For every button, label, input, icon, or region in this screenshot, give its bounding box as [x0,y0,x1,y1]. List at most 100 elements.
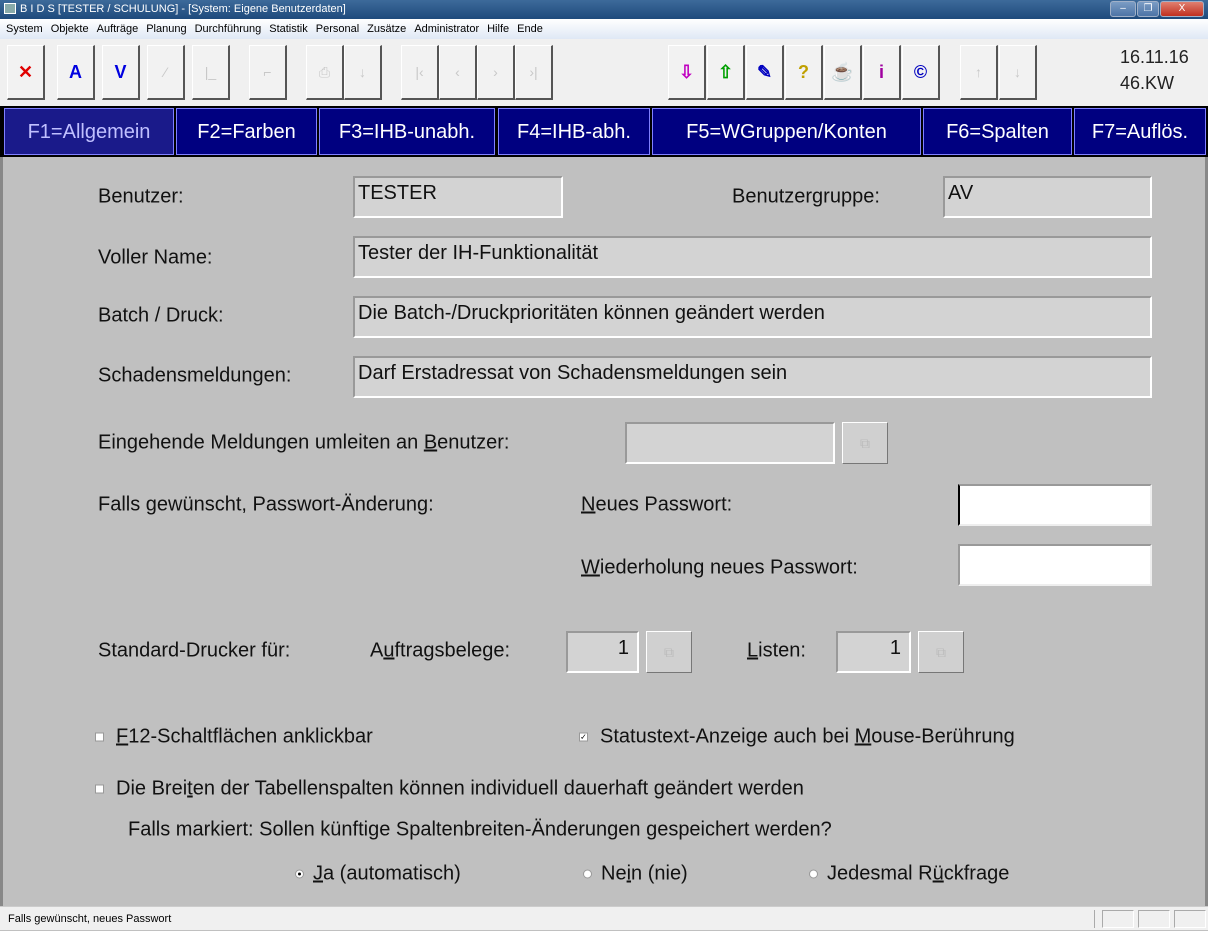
lists-printer-field: 1 [836,631,911,673]
ask-each-time-label: Jedesmal Rückfrage [827,863,1009,886]
tab-f5[interactable]: F5=WGruppen/Konten [652,108,921,155]
menu-statistik[interactable]: Statistik [269,19,308,39]
pen-button[interactable]: ✎ [746,45,784,100]
v-icon: V [114,62,127,82]
lists-printer-lookup-button[interactable]: ⧉ [918,631,964,673]
damage-field: Darf Erstadressat von Schadensmeldungen … [353,356,1152,398]
import-button[interactable]: ⇩ [668,45,706,100]
close-button[interactable]: ✕ [7,45,45,100]
label-text: Die Brei [116,777,188,800]
restore-button[interactable]: ❐ [1137,1,1159,17]
accept-button[interactable]: A [57,45,95,100]
copyright-button[interactable]: © [902,45,940,100]
menu-system[interactable]: System [6,19,43,39]
batch-label: Batch / Druck: [98,304,224,327]
menu-durchführung[interactable]: Durchführung [195,19,262,39]
list-button[interactable]: |_ [192,45,230,100]
download-icon: ↓ [359,64,366,80]
down-button[interactable]: ↓ [999,45,1037,100]
v-button[interactable]: V [102,45,140,100]
menu-planung[interactable]: Planung [146,19,186,39]
close-window-button[interactable]: X [1160,1,1204,17]
user-field: TESTER [353,176,563,218]
accelerator-key: B [423,431,438,454]
menu-personal[interactable]: Personal [316,19,359,39]
print-button[interactable]: ⎙ [306,45,344,100]
edit-icon: ⁄ [164,64,167,80]
coffee-button[interactable]: ☕ [824,45,862,100]
f12-buttons-checkbox[interactable] [95,732,104,742]
menu-zusätze[interactable]: Zusätze [367,19,406,39]
accelerator-key: F [116,725,129,748]
minimize-button[interactable]: – [1110,1,1136,17]
repeat-password-label: Wiederholung neues Passwort: [581,557,858,580]
help-icon: ? [798,62,809,82]
group-label: Benutzergruppe: [732,185,880,208]
prev-button[interactable]: ‹ [439,45,477,100]
never-save-label: Nein (nie) [601,863,688,886]
label-text: Eingehende Meldungen umleiten an [98,431,424,454]
never-save-radio[interactable] [583,869,592,879]
status-panel [1102,910,1134,928]
status-panel [1174,910,1206,928]
new-password-label: Neues Passwort: [581,494,732,517]
tab-f4[interactable]: F4=IHB-abh. [498,108,650,155]
group-field: AV [943,176,1152,218]
help-button[interactable]: ? [785,45,823,100]
copyright-icon: © [913,62,928,82]
orders-printer-field: 1 [566,631,639,673]
window-title: B I D S [TESTER / SCHULUNG] - [System: E… [20,3,346,15]
download-button[interactable]: ↓ [344,45,382,100]
f12-buttons-label: F12-Schaltflächen anklickbar [116,726,373,749]
repeat-password-input[interactable] [958,544,1152,586]
info-button[interactable]: i [863,45,901,100]
tab-f3[interactable]: F3=IHB-unabh. [319,108,495,155]
damage-label: Schadensmeldungen: [98,364,292,387]
accelerator-key: M [854,725,872,748]
ask-each-time-radio[interactable] [809,869,818,879]
label-text: Statustext-Anzeige auch bei [600,725,855,748]
menu-administrator[interactable]: Administrator [414,19,479,39]
form-panel: Benutzer: TESTER Benutzergruppe: AV Voller N… [0,157,1208,906]
copy-button[interactable]: ⌐ [249,45,287,100]
fullname-field: Tester der IH-Funktionalität [353,236,1152,278]
orders-printer-label: Auftragsbelege: [370,640,510,663]
list-icon: |_ [204,64,217,80]
fullname-label: Voller Name: [98,246,213,269]
up-button[interactable]: ↑ [960,45,998,100]
tab-f1[interactable]: F1=Allgemein [4,108,174,155]
menu-ende[interactable]: Ende [517,19,543,39]
next-button[interactable]: › [477,45,515,100]
statustext-mouse-checkbox[interactable]: ✓ [579,732,588,742]
column-widths-checkbox[interactable] [95,784,104,794]
password-intro: Falls gewünscht, Passwort-Änderung: [98,493,434,516]
orders-printer-lookup-button[interactable]: ⧉ [646,631,692,673]
copy-icon: ⌐ [263,64,272,80]
menu-aufträge[interactable]: Aufträge [97,19,139,39]
menu-hilfe[interactable]: Hilfe [487,19,509,39]
first-button[interactable]: |‹ [401,45,439,100]
lists-printer-label: Listen: [747,640,806,663]
accelerator-key: u [383,639,395,662]
tab-f6[interactable]: F6=Spalten [923,108,1072,155]
toolbar: ✕ A V ⁄ |_ ⌐ ⎙ ↓ |‹ ‹ › ›| ⇩ ⇧ ✎? ☕ i © ↑ ↓ [0,39,1208,106]
label-text: eues Passwort: [595,493,733,516]
auto-save-radio[interactable] [295,869,304,879]
new-password-input[interactable] [958,484,1152,526]
menu-objekte[interactable]: Objekte [51,19,89,39]
export-button[interactable]: ⇧ [707,45,745,100]
redirect-lookup-button[interactable]: ⧉ [842,422,888,464]
redirect-user-field[interactable] [625,422,835,464]
accelerator-key: ü [932,862,944,885]
accelerator-key: W [581,556,600,579]
tab-f2[interactable]: F2=Farben [176,108,317,155]
statustext-mouse-label: Statustext-Anzeige auch bei Mouse-Berühr… [600,726,1015,749]
last-button[interactable]: ›| [515,45,553,100]
edit-button[interactable]: ⁄ [147,45,185,100]
print-icon: ⎙ [318,64,331,80]
accelerator-key: N [581,493,596,516]
accept-icon: A [69,62,82,82]
first-icon: |‹ [415,64,424,80]
tab-f7[interactable]: F7=Auflös. [1074,108,1206,155]
label-text: enutzer: [437,431,510,454]
